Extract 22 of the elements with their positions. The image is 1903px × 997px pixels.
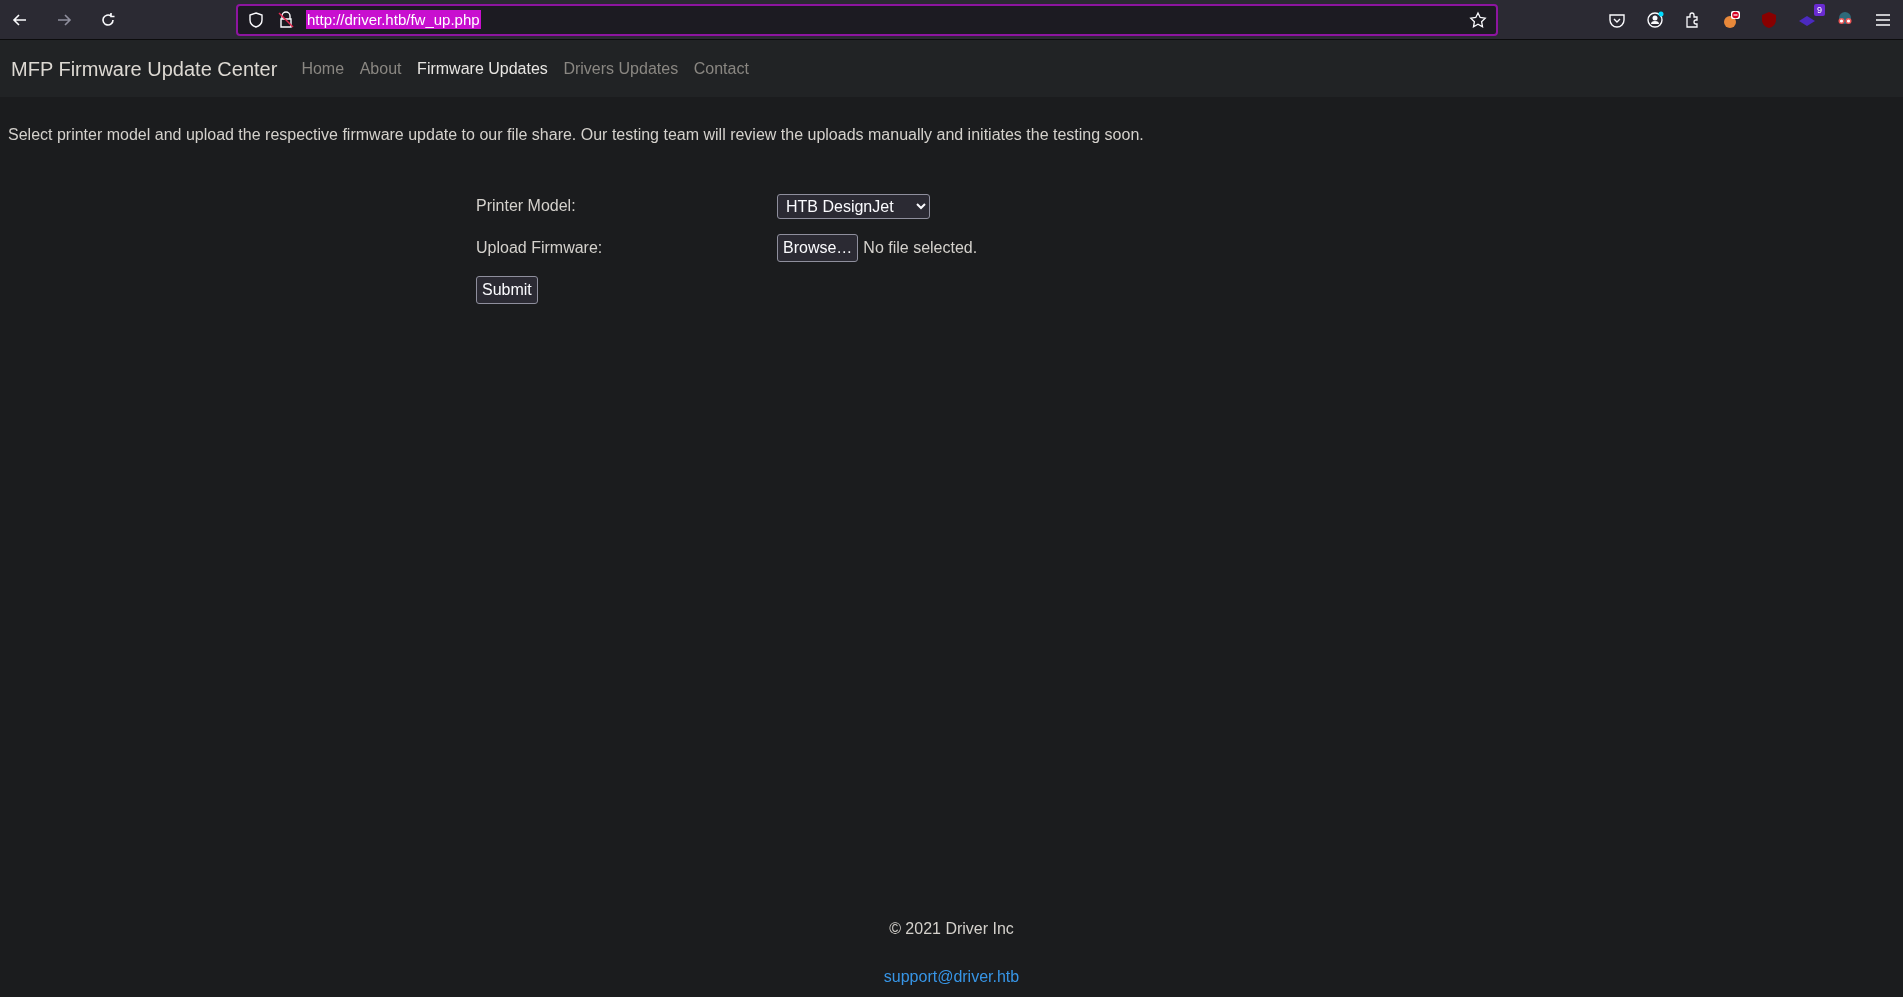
email-link[interactable]: support@driver.htb — [883, 968, 1020, 985]
printer-model-select[interactable]: HTB DesignJet — [777, 193, 930, 219]
lock-slash-icon[interactable] — [276, 9, 296, 30]
nav-link[interactable]: Drivers Updates — [555, 56, 687, 81]
file-status: No file selected. — [863, 238, 978, 258]
address-bar[interactable]: http://driver.htb/fw_up.php — [236, 3, 1498, 36]
url-text[interactable]: http://driver.htb/fw_up.php — [306, 10, 481, 29]
extension-badge: 9 — [1814, 3, 1825, 16]
site-brand[interactable]: MFP Firmware Update Center — [11, 53, 278, 84]
account-icon[interactable] — [1645, 9, 1665, 30]
intro-text: Select printer model and upload the respective firmware update to our file share. Our testing team will review the uploads manually and initiates the testing soon. — [8, 125, 1145, 145]
submit-button[interactable]: Submit — [476, 276, 538, 304]
nav-link[interactable]: Firmware Updates — [409, 56, 556, 81]
shield-icon[interactable] — [246, 9, 266, 30]
field-label: Printer Model: — [476, 196, 577, 216]
nav-link[interactable]: Home — [293, 56, 353, 81]
extension-icon[interactable] — [1721, 9, 1741, 30]
field-label: Upload Firmware: — [476, 238, 604, 258]
copyright-text: © 2021 Driver Inc — [888, 919, 1015, 939]
browse-button[interactable]: Browse… — [777, 234, 859, 262]
nav-link[interactable]: Contact — [685, 56, 757, 81]
nav-link[interactable]: About — [351, 56, 410, 81]
